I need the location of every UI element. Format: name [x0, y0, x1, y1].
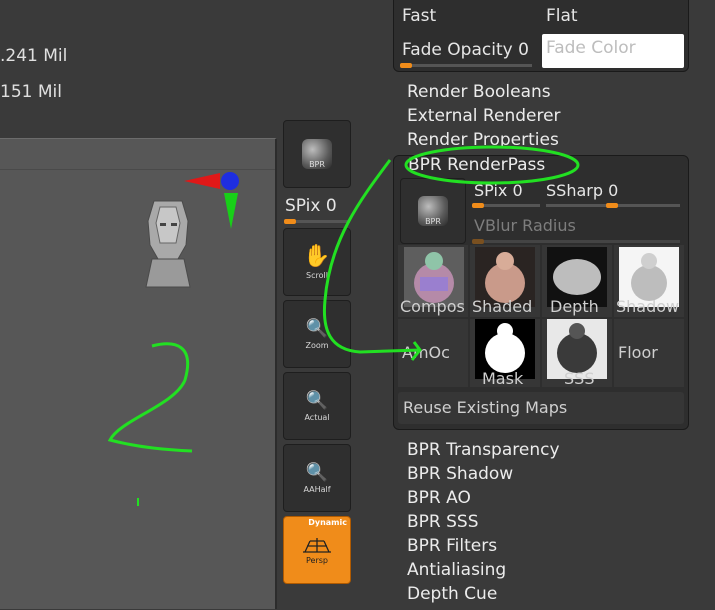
- aahalf-label: AAHalf: [303, 485, 331, 494]
- flat-toggle[interactable]: Flat: [546, 6, 578, 26]
- renderpass-bpr-sphere-icon: BPR: [418, 196, 448, 226]
- bpr-renderpass-panel: BPR RenderPass BPR SPix 0 SSharp 0 VBlur…: [393, 155, 689, 430]
- menu-bpr-filters[interactable]: BPR Filters: [407, 536, 497, 556]
- pass-shadow-cell[interactable]: Shadow: [614, 245, 684, 317]
- reuse-existing-maps-button[interactable]: Reuse Existing Maps: [398, 392, 684, 424]
- spix-slider-knob[interactable]: [284, 219, 296, 224]
- menu-bpr-sss[interactable]: BPR SSS: [407, 512, 479, 532]
- zoom-button[interactable]: 🔍 Zoom: [283, 300, 351, 368]
- renderpass-vblur-knob[interactable]: [472, 239, 484, 244]
- pass-amoc-cell[interactable]: AmOc: [398, 319, 468, 387]
- fade-opacity-track[interactable]: [412, 64, 532, 67]
- stat-total-points: 151 Mil: [0, 82, 62, 102]
- spix-value: 0: [325, 196, 337, 216]
- persp-label: Persp: [306, 555, 328, 565]
- fade-opacity-label: Fade Opacity: [402, 40, 513, 60]
- depth-label: Depth: [550, 297, 599, 316]
- menu-render-properties[interactable]: Render Properties: [407, 130, 559, 150]
- pass-floor-cell[interactable]: Floor: [614, 319, 684, 387]
- renderpass-ssharp-value: 0: [608, 181, 619, 200]
- fade-settings-panel: Fast Flat Fade Opacity 0 Fade Color: [393, 0, 689, 72]
- bpr-render-button[interactable]: BPR: [283, 120, 351, 188]
- pass-shaded-cell[interactable]: Shaded: [470, 245, 540, 317]
- renderpass-bpr-button[interactable]: BPR: [400, 178, 466, 244]
- magnifier-aahalf-icon: 🔍: [305, 462, 329, 483]
- menu-bpr-transparency[interactable]: BPR Transparency: [407, 440, 560, 460]
- renderpass-spix-track[interactable]: [484, 204, 540, 207]
- pass-sss-cell[interactable]: SSS: [542, 319, 612, 388]
- mask-label: Mask: [482, 369, 524, 388]
- amoc-label: AmOc: [402, 343, 450, 362]
- magnifier-icon: 🔍: [305, 318, 329, 339]
- shaded-label: Shaded: [472, 297, 533, 316]
- zoom-label: Zoom: [305, 341, 329, 350]
- menu-bpr-shadow[interactable]: BPR Shadow: [407, 464, 513, 484]
- renderpass-vblur-track[interactable]: [484, 240, 680, 243]
- bpr-renderpass-header[interactable]: BPR RenderPass: [408, 155, 545, 175]
- pass-compos-cell[interactable]: Compos: [398, 245, 468, 317]
- compos-label: Compos: [400, 297, 465, 316]
- renderpass-spix-slider[interactable]: SPix 0: [474, 181, 523, 200]
- pass-depth-cell[interactable]: Depth: [542, 245, 612, 317]
- renderpass-spix-label: SPix: [474, 181, 508, 200]
- renderpass-spix-value: 0: [512, 181, 523, 200]
- bpr-label: BPR: [309, 160, 325, 169]
- scroll-button[interactable]: ✋ Scroll: [283, 228, 351, 296]
- canvas-document-area[interactable]: [0, 169, 275, 610]
- menu-depth-cue[interactable]: Depth Cue: [407, 584, 497, 604]
- fade-opacity-value: 0: [518, 40, 529, 60]
- shadow-label: Shadow: [616, 297, 680, 316]
- menu-bpr-ao[interactable]: BPR AO: [407, 488, 471, 508]
- persp-button[interactable]: Dynamic Persp: [283, 516, 351, 584]
- stat-active-points: .241 Mil: [0, 46, 68, 66]
- axis-gizmo[interactable]: [182, 169, 244, 233]
- menu-external-renderer[interactable]: External Renderer: [407, 106, 561, 126]
- renderpass-bpr-label: BPR: [425, 217, 441, 226]
- pass-mask-cell[interactable]: Mask: [470, 319, 540, 388]
- canvas-viewport[interactable]: [0, 138, 277, 609]
- fade-opacity-knob[interactable]: [400, 63, 412, 68]
- perspective-grid-icon: [303, 537, 331, 553]
- sss-label: SSS: [564, 369, 595, 388]
- fade-color-swatch[interactable]: Fade Color: [542, 34, 684, 68]
- floor-label: Floor: [618, 343, 658, 362]
- actual-label: Actual: [304, 413, 330, 422]
- renderpass-spix-knob[interactable]: [472, 203, 484, 208]
- renderpass-vblur-label[interactable]: VBlur Radius: [474, 216, 576, 235]
- spix-slider-label[interactable]: SPix 0: [285, 196, 337, 216]
- renderpass-ssharp-slider[interactable]: SSharp 0: [546, 181, 618, 200]
- fade-opacity-slider[interactable]: Fade Opacity 0: [402, 40, 529, 60]
- actual-button[interactable]: 🔍 Actual: [283, 372, 351, 440]
- bpr-sphere-icon: BPR: [302, 139, 332, 169]
- aahalf-button[interactable]: 🔍 AAHalf: [283, 444, 351, 512]
- renderpass-ssharp-knob[interactable]: [606, 203, 618, 208]
- reuse-label: Reuse Existing Maps: [403, 398, 568, 417]
- renderpass-ssharp-label: SSharp: [546, 181, 603, 200]
- magnifier-actual-icon: 🔍: [305, 390, 329, 411]
- menu-render-booleans[interactable]: Render Booleans: [407, 82, 551, 102]
- menu-antialiasing[interactable]: Antialiasing: [407, 560, 506, 580]
- spix-label: SPix: [285, 196, 321, 216]
- hand-icon: ✋: [303, 244, 331, 269]
- dynamic-label: Dynamic: [308, 518, 347, 527]
- fast-toggle[interactable]: Fast: [402, 6, 436, 26]
- scroll-label: Scroll: [306, 271, 328, 280]
- spix-slider-track[interactable]: [296, 220, 350, 223]
